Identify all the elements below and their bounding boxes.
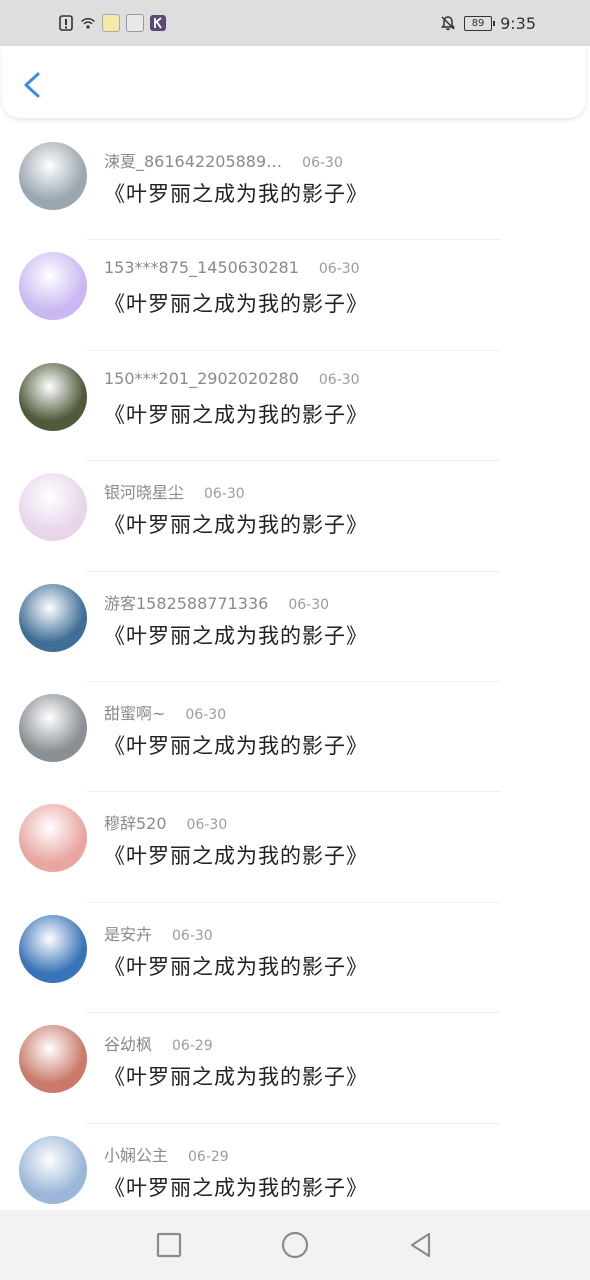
avatar[interactable] [19,914,87,983]
book-title: 《叶罗丽之成为我的影子》 [104,954,368,979]
list-item[interactable]: 是安卉 06-30 《叶罗丽之成为我的影子》 [0,903,590,1014]
avatar[interactable] [19,473,87,542]
item-date: 06-29 [188,1148,229,1165]
item-date: 06-30 [204,486,245,503]
back-icon [410,1232,431,1258]
book-title: 《叶罗丽之成为我的影子》 [104,733,368,758]
book-title: 《叶罗丽之成为我的影子》 [104,623,368,648]
book-title: 《叶罗丽之成为我的影子》 [104,844,368,869]
item-meta: 甜蜜啊~ 06-30 [104,700,226,724]
book-title: 《叶罗丽之成为我的影子》 [104,182,368,206]
avatar[interactable] [19,1025,87,1094]
list-item[interactable]: 甜蜜啊~ 06-30 《叶罗丽之成为我的影子》 [0,682,590,793]
avatar[interactable] [19,693,87,762]
wifi-icon [80,15,96,31]
list-item[interactable]: 153***875_1450630281 06-30 《叶罗丽之成为我的影子》 [0,240,590,351]
item-meta: 150***201_2902020280 06-30 [104,369,360,388]
book-title: 《叶罗丽之成为我的影子》 [104,1175,368,1200]
avatar[interactable] [19,1135,87,1204]
list-item[interactable]: 谷幼枫 06-29 《叶罗丽之成为我的影子》 [0,1013,590,1124]
avatar[interactable] [19,804,87,873]
list-item[interactable]: 涑夏_861642205889… 06-30 《叶罗丽之成为我的影子》 [0,130,590,241]
user-name: 游客1582588771336 [104,593,269,613]
system-nav-bar [0,1210,590,1280]
user-name: 甜蜜啊~ [104,703,166,723]
back-button[interactable] [16,68,50,102]
mute-bell-icon [440,15,456,31]
user-name: 是安卉 [104,924,153,944]
item-meta: 银河晓星尘 06-30 [104,479,245,503]
status-left-icons [58,12,166,34]
status-right: 89 9:35 [440,12,536,34]
book-title: 《叶罗丽之成为我的影子》 [104,1065,368,1090]
book-title: 《叶罗丽之成为我的影子》 [104,513,368,538]
item-date: 06-30 [288,596,330,613]
avatar[interactable] [19,583,87,652]
system-back-button[interactable] [401,1225,441,1265]
item-date: 06-30 [172,927,213,944]
item-date: 06-29 [172,1038,213,1055]
app-icon-2 [126,14,144,32]
recent-apps-button[interactable] [149,1225,189,1265]
list-item[interactable]: 穆辞520 06-30 《叶罗丽之成为我的影子》 [0,792,590,903]
home-button[interactable] [275,1225,315,1265]
top-app-bar [2,46,586,118]
status-time: 9:35 [500,13,536,33]
item-meta: 游客1582588771336 06-30 [104,590,329,614]
item-meta: 涑夏_861642205889… 06-30 [104,148,343,172]
user-name: 谷幼枫 [104,1035,153,1055]
user-name: 穆辞520 [104,814,167,834]
list-item[interactable]: 游客1582588771336 06-30 《叶罗丽之成为我的影子》 [0,572,590,682]
item-meta: 穆辞520 06-30 [104,810,227,834]
item-meta: 谷幼枫 06-29 [104,1031,213,1055]
item-meta: 小娴公主 06-29 [104,1142,229,1166]
app-icon-1 [102,14,120,32]
book-title: 《叶罗丽之成为我的影子》 [104,402,368,427]
item-date: 06-30 [302,155,343,171]
avatar[interactable] [19,362,87,431]
alert-icon [58,15,74,31]
item-meta: 是安卉 06-30 [104,921,213,945]
recent-apps-icon [156,1232,182,1258]
item-date: 06-30 [318,371,360,388]
home-icon [281,1231,309,1259]
back-chevron-icon [24,72,40,98]
app-icon-k [150,15,166,31]
user-name: 银河晓星尘 [104,483,185,503]
item-meta: 153***875_1450630281 06-30 [104,258,360,277]
user-name: 150***201_2902020280 [104,368,299,388]
user-name: 153***875_1450630281 [104,258,299,278]
avatar[interactable] [19,142,87,210]
avatar[interactable] [19,252,87,321]
list-item[interactable]: 银河晓星尘 06-30 《叶罗丽之成为我的影子》 [0,461,590,572]
item-date: 06-30 [318,261,360,278]
book-title: 《叶罗丽之成为我的影子》 [104,292,368,317]
user-name: 小娴公主 [104,1145,169,1165]
status-bar: 89 9:35 [0,0,590,46]
item-date: 06-30 [186,817,228,834]
battery-icon: 89 [464,15,496,31]
user-name: 涑夏_861642205889… [104,152,283,171]
item-date: 06-30 [185,706,227,723]
list-item[interactable]: 150***201_2902020280 06-30 《叶罗丽之成为我的影子》 [0,351,590,462]
reader-list: 涑夏_861642205889… 06-30 《叶罗丽之成为我的影子》 153***8… [0,130,590,1234]
